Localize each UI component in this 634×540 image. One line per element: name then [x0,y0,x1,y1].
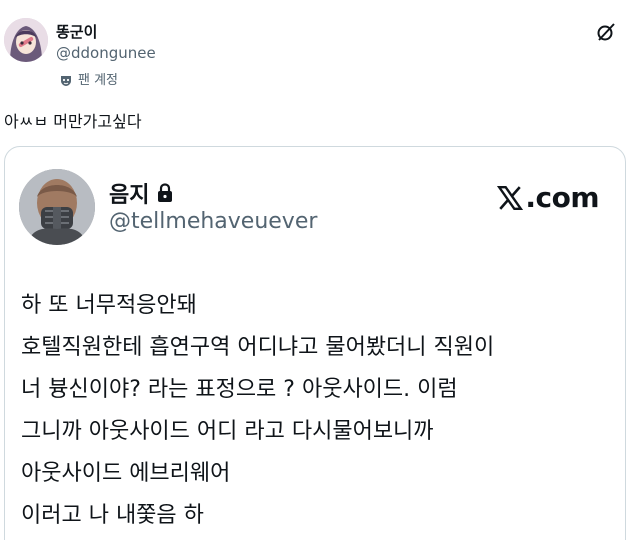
quoted-text-line: 너 븅신이야? 라는 표정으로 ? 아웃사이드. 이럼 [21,377,458,402]
fan-account-label: 팬 계정 [78,72,119,88]
quoted-author-handle[interactable]: @tellmehaveuever [109,209,317,234]
lock-icon [157,183,173,203]
fan-account-badge: 팬 계정 [60,70,119,88]
x-com-logo[interactable]: .com [497,181,599,214]
quoted-author-name-row: 음지 [109,177,173,209]
mask-badge-icon [60,72,72,86]
quoted-text-line: 아웃사이드 에브리웨어 [21,461,231,486]
quoted-post-text: 하 또 너무적응안돼 호텔직원한테 흡연구역 어디냐고 물어봤더니 직원이 너 … [21,285,617,537]
grok-slash-icon[interactable] [596,22,616,42]
author-display-name[interactable]: 똥군이 [56,21,97,42]
author-handle[interactable]: @ddongunee [56,44,156,62]
quoted-post-card[interactable]: 음지 @tellmehaveuever .com 하 또 너무적응안돼 호텔직원… [4,146,626,540]
x-com-text: .com [525,181,599,214]
quoted-author-display-name[interactable]: 음지 [109,177,149,209]
post-text: 아ㅆㅂ 머만가고싶다 [4,112,142,131]
quoted-text-line: 이러고 나 내쫓음 하 [21,503,204,528]
author-avatar[interactable] [4,18,48,62]
quoted-text-line: 하 또 너무적응안돼 [21,293,197,318]
post-header: 똥군이 @ddongunee 팬 계정 [4,14,630,94]
quoted-text-line: 호텔직원한테 흡연구역 어디냐고 물어봤더니 직원이 [21,335,495,360]
quoted-author-avatar[interactable] [19,169,95,245]
x-logo-icon [497,185,524,211]
quoted-text-line: 그니까 아웃사이드 어디 라고 다시물어보니까 [21,419,434,444]
